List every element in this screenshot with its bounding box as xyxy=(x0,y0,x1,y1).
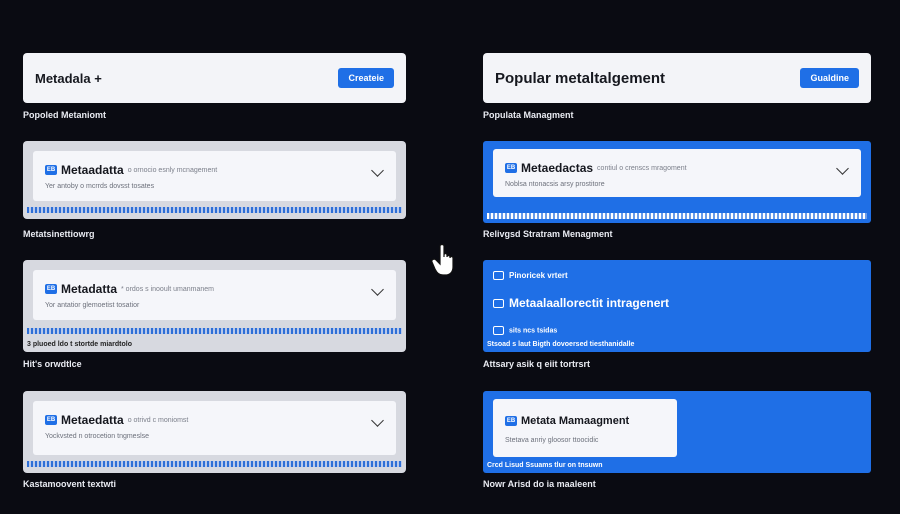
panel-line-2[interactable]: Metaalaallorectit intragenert xyxy=(493,296,669,310)
blue-panel-1-caption: Relivgsd Stratram Menagment xyxy=(483,229,613,239)
right-top-caption: Populata Managment xyxy=(483,110,574,120)
panel-tag: * ordos s inooult umanmanem xyxy=(121,285,215,293)
panel-card[interactable]: EB Metata Mamaagment Stetava anriy gloos… xyxy=(493,399,677,457)
app-icon: EB xyxy=(505,163,517,173)
blue-panel-3-caption: Nowr Arisd do ia maaleent xyxy=(483,479,596,489)
chevron-down-icon[interactable] xyxy=(836,162,849,175)
metadata-panel-1[interactable]: EB Metaadatta o ornocio esnly mcnagement… xyxy=(23,141,406,219)
panel-title: Metata Mamaagment xyxy=(521,415,630,427)
create-button[interactable]: Createie xyxy=(338,68,394,88)
blue-panel-2-caption: Attsary asik q eiit tortrsrt xyxy=(483,359,591,369)
progress-stripes xyxy=(27,328,402,334)
panel-subtitle: Yockvsted n otrocetion tngmeslse xyxy=(45,433,150,440)
settings-icon xyxy=(493,299,504,309)
blue-panel-2[interactable]: Pinoricek vrtert Metaalaallorectit intra… xyxy=(483,260,871,352)
panel-note: Stsoad s laut Bigth dovoersed tiesthanid… xyxy=(487,341,635,348)
app-icon: EB xyxy=(505,416,517,426)
panel-3-caption: Kastamoovent textwti xyxy=(23,479,117,489)
progress-stripes xyxy=(487,213,867,219)
panel-title: Metaedatta xyxy=(61,413,124,427)
panel-line-1: Pinoricek vrtert xyxy=(493,271,568,281)
app-icon: EB xyxy=(45,165,57,175)
panel-1-caption: Metatsinettiowrg xyxy=(23,229,95,239)
blue-panel-3[interactable]: EB Metata Mamaagment Stetava anriy gloos… xyxy=(483,391,871,473)
left-top-title: Metadala + xyxy=(35,70,102,86)
panel-subtitle: Yor antatior glemoetist tosatior xyxy=(45,302,140,309)
panel-title: Metadatta xyxy=(61,282,118,296)
panel-header[interactable]: EB Metaadatta o ornocio esnly mcnagement… xyxy=(33,151,396,201)
panel-tag: o otrivd c moniomst xyxy=(127,416,189,424)
panel-subtitle: Noblsa ntonacsis arsy prostitore xyxy=(505,181,605,188)
metadata-panel-2[interactable]: EB Metadatta * ordos s inooult umanmanem… xyxy=(23,260,406,352)
panel-subtitle: Yer antoby o mcrrds dovsst tosates xyxy=(45,183,155,190)
panel-subtitle: Stetava anriy gloosor ttoocidic xyxy=(505,437,599,444)
panel-header[interactable]: EB Metadatta * ordos s inooult umanmanem… xyxy=(33,270,396,320)
progress-stripes xyxy=(27,461,402,467)
guideline-button[interactable]: Gualdine xyxy=(800,68,859,88)
panel-title: Metaedactas xyxy=(521,161,594,175)
panel-note: 3 pluoed ldo t stortde miardtolo xyxy=(27,341,132,348)
chevron-down-icon[interactable] xyxy=(371,164,384,177)
panel-title: Metaadatta xyxy=(61,163,124,177)
panel-header[interactable]: EB Metaedatta o otrivd c moniomst Yockvs… xyxy=(33,401,396,455)
book-icon xyxy=(493,326,504,335)
panel-header[interactable]: EB Metaedactas contiul o crenscs mragome… xyxy=(493,149,861,197)
app-icon: EB xyxy=(45,415,57,425)
user-icon xyxy=(493,271,504,281)
progress-stripes xyxy=(27,207,402,213)
metadata-panel-3[interactable]: EB Metaedatta o otrivd c moniomst Yockvs… xyxy=(23,391,406,473)
left-top-caption: Popoled Metaniomt xyxy=(23,110,106,120)
panel-line-3: sits ncs tsidas xyxy=(493,326,557,335)
right-top-title: Popular metaltalgement xyxy=(495,69,666,87)
right-top-card: Popular metaltalgement Gualdine xyxy=(483,53,871,103)
app-icon: EB xyxy=(45,284,57,294)
panel-tag: o ornocio esnly mcnagement xyxy=(127,166,218,174)
chevron-down-icon[interactable] xyxy=(371,414,384,427)
left-top-card: Metadala + Createie xyxy=(23,53,406,103)
panel-2-caption: Hit's orwdtlce xyxy=(23,359,82,369)
blue-panel-1[interactable]: EB Metaedactas contiul o crenscs mragome… xyxy=(483,141,871,223)
chevron-down-icon[interactable] xyxy=(371,283,384,296)
panel-tag: contiul o crenscs mragoment xyxy=(597,164,687,172)
hand-cursor-icon xyxy=(431,243,454,276)
panel-note: Crcd Lisud Ssuams tlur on tnsuwn xyxy=(487,462,603,469)
